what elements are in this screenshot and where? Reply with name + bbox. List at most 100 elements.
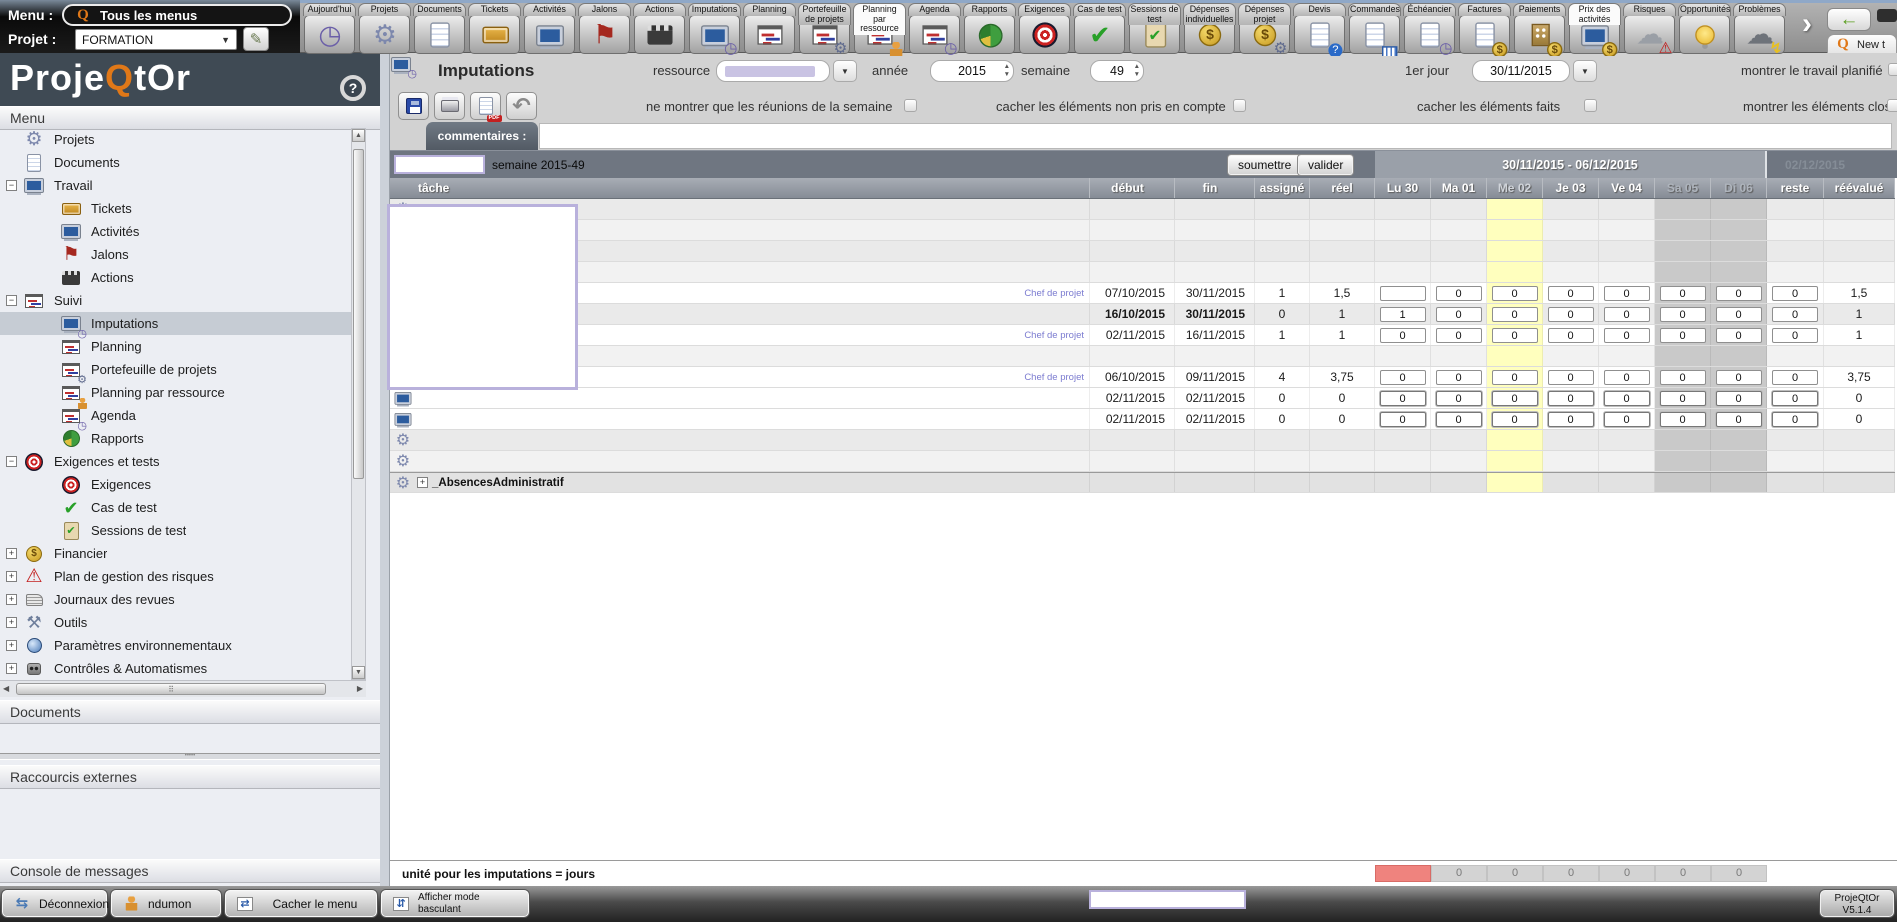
pdf-button[interactable]: PDF	[470, 92, 501, 120]
toolbar-tab-cas-de-test[interactable]: Cas de test✔	[1072, 3, 1127, 56]
rest-input[interactable]: 0	[1772, 412, 1818, 427]
rest-input[interactable]: 0	[1772, 286, 1818, 301]
sidebar-item-tickets[interactable]: Tickets	[0, 197, 366, 220]
year-spinner[interactable]: 2015 ▲▼	[930, 60, 1014, 82]
sidebar-section-documents[interactable]: Documents	[0, 700, 380, 724]
toolbar-tab-opportunit-s[interactable]: Opportunités	[1677, 3, 1732, 56]
tab-button[interactable]: $	[1514, 15, 1565, 54]
tab-button[interactable]	[964, 15, 1015, 54]
sidebar-item-sessions-de-test[interactable]: ✔Sessions de test	[0, 519, 366, 542]
day-input[interactable]: 0	[1660, 286, 1706, 301]
day-input[interactable]: 0	[1492, 370, 1538, 385]
scrollbar-thumb[interactable]: ⠿	[16, 683, 326, 695]
toolbar-tab-jalons[interactable]: Jalons⚑	[577, 3, 632, 56]
back-button[interactable]: ←	[1827, 8, 1871, 31]
day-input[interactable]: 0	[1604, 307, 1650, 322]
tab-label[interactable]: Risques	[1623, 3, 1676, 16]
day-input[interactable]: 0	[1660, 328, 1706, 343]
day-input[interactable]: 0	[1380, 370, 1426, 385]
expand-toggle-icon[interactable]: +	[417, 477, 428, 488]
sidebar-item-projets[interactable]: ⚙Projets	[0, 128, 366, 151]
tab-button[interactable]	[1019, 15, 1070, 54]
save-button[interactable]	[398, 92, 429, 120]
sidebar-item-travail[interactable]: −Travail	[0, 174, 366, 197]
day-input[interactable]: 0	[1492, 286, 1538, 301]
toolbar-tab-sessions-de-test[interactable]: Sessions de test✔	[1127, 3, 1182, 56]
day-input[interactable]: 0	[1548, 307, 1594, 322]
validate-button[interactable]: valider	[1298, 155, 1353, 175]
tab-button[interactable]	[524, 15, 575, 54]
tab-label[interactable]: Cas de test	[1073, 3, 1126, 16]
week-spinner[interactable]: 49 ▲▼	[1090, 60, 1144, 82]
tab-label[interactable]: Tickets	[468, 3, 521, 16]
version-button[interactable]: ProjeQtOr V5.1.4	[1820, 890, 1894, 917]
day-input[interactable]: 0	[1660, 412, 1706, 427]
tab-label[interactable]: Rapports	[963, 3, 1016, 16]
project-edit-button[interactable]: ✎	[243, 27, 269, 51]
undo-button[interactable]: ↶	[506, 92, 537, 120]
tree-toggle-icon[interactable]: +	[6, 640, 17, 651]
day-input[interactable]: 0	[1548, 412, 1594, 427]
toolbar-tab-agenda[interactable]: Agenda◷	[907, 3, 962, 56]
toolbar-tab-exigences[interactable]: Exigences	[1017, 3, 1072, 56]
toolbar-tab-prix-des-activit-s[interactable]: Prix des activités$	[1567, 3, 1622, 56]
rest-input[interactable]: 0	[1772, 391, 1818, 406]
tab-button[interactable]	[469, 15, 520, 54]
print-button[interactable]	[434, 92, 465, 120]
sidebar-section-console[interactable]: Console de messages	[0, 859, 380, 883]
sidebar-item-exigences-et-tests[interactable]: −Exigences et tests	[0, 450, 366, 473]
toolbar-tab-imputations[interactable]: Imputations◷	[687, 3, 742, 56]
day-input[interactable]: 0	[1436, 328, 1482, 343]
minimize-icon[interactable]	[1877, 9, 1897, 22]
sidebar-item-contr-les-automatismes[interactable]: +Contrôles & Automatismes	[0, 657, 366, 680]
sidebar-item-imputations[interactable]: ◷Imputations	[0, 312, 366, 335]
show-planned-checkbox[interactable]	[1888, 63, 1897, 76]
tab-label[interactable]: Actions	[633, 3, 686, 16]
logout-button[interactable]: ⇆Déconnexion	[2, 890, 107, 917]
tree-toggle-icon[interactable]: −	[6, 295, 17, 306]
tab-button[interactable]: $	[1459, 15, 1510, 54]
sidebar-item-portefeuille-de-projets[interactable]: ⚙Portefeuille de projets	[0, 358, 366, 381]
day-input[interactable]: 0	[1380, 328, 1426, 343]
panel-splitter[interactable]	[380, 53, 389, 886]
day-input[interactable]: 0	[1716, 286, 1762, 301]
tab-label[interactable]: Commandes	[1348, 3, 1401, 16]
toolbar-tab-actions[interactable]: Actions	[632, 3, 687, 56]
help-icon[interactable]: ?	[340, 75, 366, 101]
scroll-up-icon[interactable]: ▲	[352, 129, 365, 142]
hide-done-checkbox[interactable]	[1584, 99, 1597, 112]
day-input[interactable]: 0	[1380, 412, 1426, 427]
day-input[interactable]: 0	[1492, 307, 1538, 322]
toolbar-tab-rapports[interactable]: Rapports	[962, 3, 1017, 56]
scroll-right-icon[interactable]: ▶	[357, 684, 363, 693]
toolbar-tab-factures[interactable]: Factures$	[1457, 3, 1512, 56]
day-input[interactable]: 1	[1380, 307, 1426, 322]
day-input[interactable]: 0	[1548, 370, 1594, 385]
scroll-left-icon[interactable]: ◀	[3, 684, 9, 693]
sidebar-item-planning-par-ressource[interactable]: Planning par ressource	[0, 381, 366, 404]
submit-button[interactable]: soumettre	[1228, 155, 1301, 175]
tab-button[interactable]: ◷	[1404, 15, 1455, 54]
tab-button[interactable]	[1679, 15, 1730, 54]
only-meetings-checkbox[interactable]	[904, 99, 917, 112]
sidebar-item-actions[interactable]: Actions	[0, 266, 366, 289]
tab-label[interactable]: Projets	[358, 3, 411, 16]
toolbar-tab-tickets[interactable]: Tickets	[467, 3, 522, 56]
tab-label[interactable]: Exigences	[1018, 3, 1071, 16]
tab-button[interactable]: ?	[1294, 15, 1345, 54]
tab-label[interactable]: Planning par ressource	[853, 3, 906, 35]
day-input[interactable]: 0	[1492, 412, 1538, 427]
tab-label[interactable]: Sessions de test	[1128, 3, 1181, 25]
sidebar-section-shortcuts[interactable]: Raccourcis externes	[0, 765, 380, 789]
show-closed-checkbox[interactable]	[1887, 99, 1897, 112]
spinner-arrows-icon[interactable]: ▲▼	[1004, 63, 1010, 79]
tab-label[interactable]: Échéancier	[1403, 3, 1456, 16]
comments-input[interactable]	[539, 123, 1892, 149]
sidebar-splitter[interactable]: •••••	[0, 753, 380, 760]
day-input[interactable]: 0	[1548, 328, 1594, 343]
toolbar-overflow-chevron-icon[interactable]: ›	[1802, 7, 1812, 41]
tree-vertical-scrollbar[interactable]: ▲ ▼	[351, 128, 366, 680]
tree-toggle-icon[interactable]: +	[6, 548, 17, 559]
user-button[interactable]: ndumon	[111, 890, 221, 917]
new-tab-button[interactable]: Q New t	[1827, 34, 1897, 54]
